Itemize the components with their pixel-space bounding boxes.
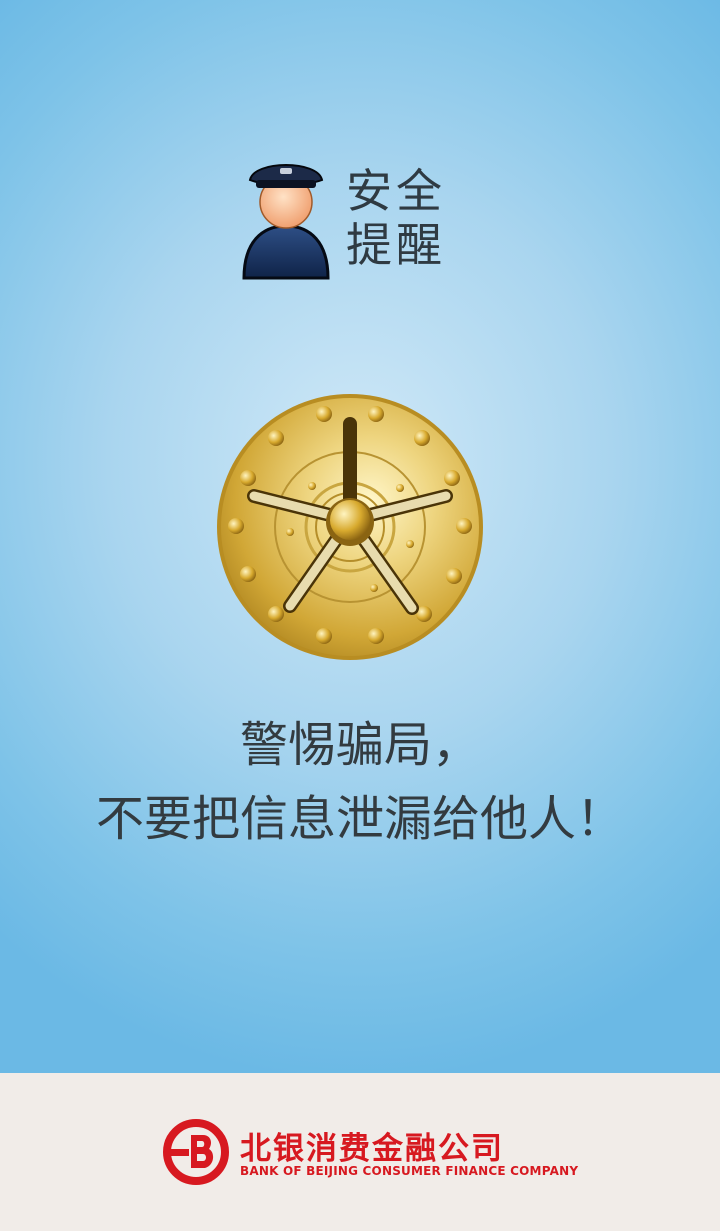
vault-safe-icon <box>217 394 483 660</box>
splash-background: 安全提醒 警惕骗局， 不要把信息泄漏给他人！ <box>0 0 720 1073</box>
footer: 北银消费金融公司 BANK OF BEIJING CONSUMER FINANC… <box>0 1073 720 1231</box>
security-reminder-header: 安全提醒 <box>236 150 496 290</box>
security-guard-icon <box>242 164 330 280</box>
company-name-cn: 北银消费金融公司 <box>240 1131 504 1167</box>
company-name-en: BANK OF BEIJING CONSUMER FINANCE COMPANY <box>240 1164 579 1178</box>
warning-line-1: 警惕骗局， <box>239 717 480 773</box>
header-title: 安全提醒 <box>346 164 446 272</box>
bank-logo-icon <box>163 1119 229 1185</box>
warning-line-2: 不要把信息泄漏给他人！ <box>95 791 624 847</box>
scam-warning-message: 警惕骗局， 不要把信息泄漏给他人！ <box>0 708 720 856</box>
